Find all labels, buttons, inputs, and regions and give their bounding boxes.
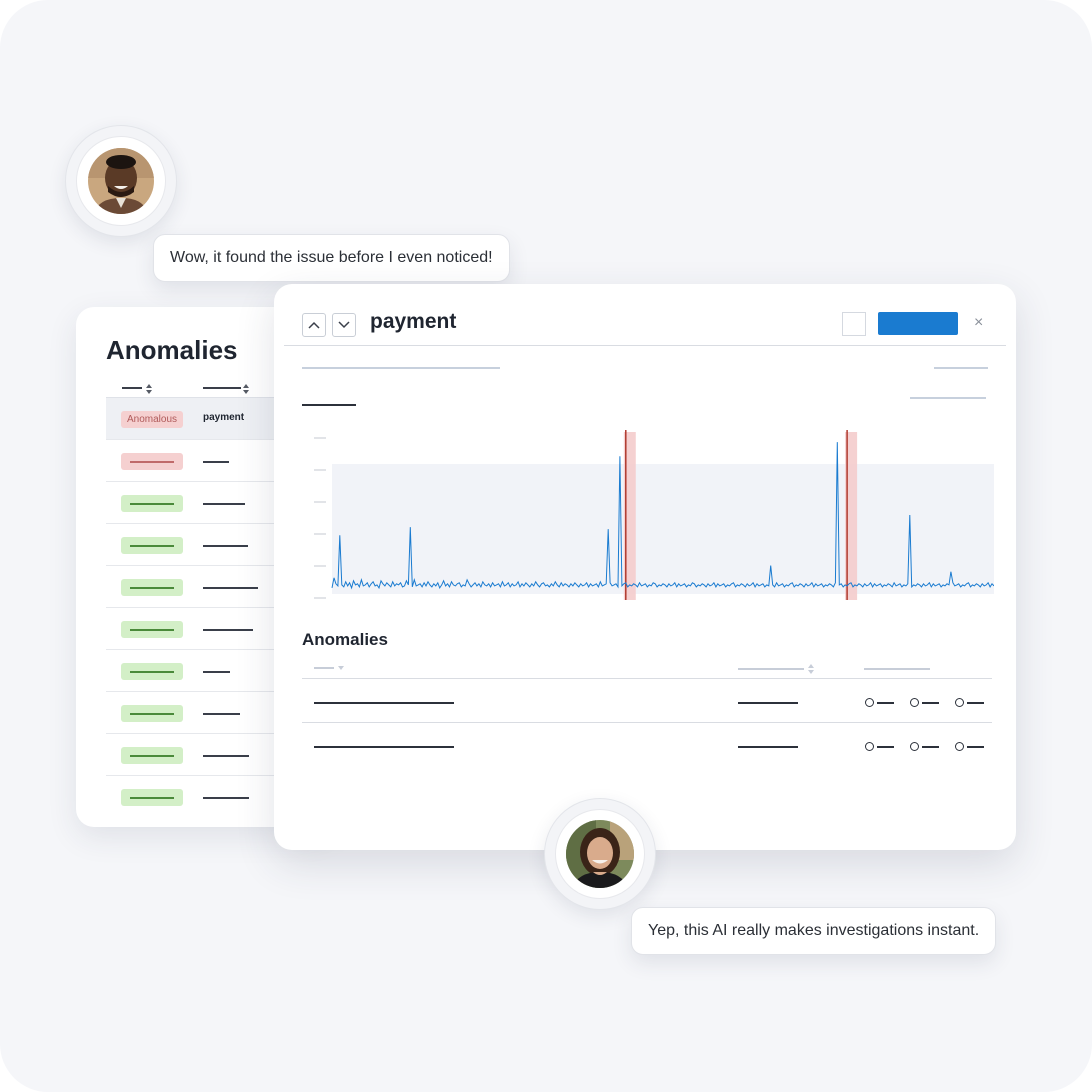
anomaly-line-chart <box>314 430 994 600</box>
next-button[interactable] <box>332 313 356 337</box>
row-name <box>203 797 249 799</box>
chart-range-placeholder[interactable] <box>910 397 986 399</box>
background-canvas: Wow, it found the issue before I even no… <box>0 0 1092 1092</box>
table-row[interactable] <box>106 439 276 482</box>
detail-title: payment <box>370 310 457 333</box>
row-action-1[interactable] <box>865 698 894 707</box>
sort-icon[interactable] <box>243 384 249 394</box>
status-badge <box>121 663 183 680</box>
header-divider <box>284 345 1006 346</box>
avatar-user-1 <box>65 125 177 237</box>
chat-bubble-1: Wow, it found the issue before I even no… <box>153 234 510 282</box>
row-action-2[interactable] <box>910 742 939 751</box>
row-name <box>203 629 253 631</box>
table-row[interactable] <box>106 775 276 818</box>
row-cell-1 <box>314 746 454 748</box>
row-name <box>203 503 245 505</box>
row-name: payment <box>203 412 245 423</box>
row-cell-1 <box>314 702 454 704</box>
row-action-1[interactable] <box>865 742 894 751</box>
status-badge <box>121 747 183 764</box>
row-cell-2 <box>738 702 798 704</box>
column-header-1[interactable] <box>314 667 334 669</box>
sort-icon[interactable] <box>146 384 152 394</box>
avatar-photo-1 <box>88 148 154 214</box>
row-action-3[interactable] <box>955 742 984 751</box>
row-name <box>203 713 240 715</box>
status-badge <box>121 705 183 722</box>
row-name <box>203 671 230 673</box>
table-row[interactable] <box>106 733 276 776</box>
row-name <box>203 545 248 547</box>
status-badge <box>121 789 183 806</box>
column-header-name[interactable] <box>203 387 241 389</box>
row-action-3[interactable] <box>955 698 984 707</box>
anomalies-section-title: Anomalies <box>302 630 388 649</box>
status-badge <box>121 537 183 554</box>
row-name <box>203 587 258 589</box>
chat-message-2: Yep, this AI really makes investigations… <box>648 922 980 939</box>
row-name <box>203 461 229 463</box>
avatar-photo-2 <box>566 820 634 888</box>
column-header-status[interactable] <box>122 387 142 389</box>
anomalies-list-title: Anomalies <box>106 335 238 365</box>
row-action-2[interactable] <box>910 698 939 707</box>
primary-action-button[interactable] <box>878 312 958 335</box>
detail-panel: payment × Anomalies <box>274 284 1016 850</box>
chart-label-placeholder <box>302 404 356 406</box>
previous-button[interactable] <box>302 313 326 337</box>
table-row[interactable] <box>106 607 276 650</box>
status-badge <box>121 621 183 638</box>
table-row-divider <box>302 722 992 723</box>
status-badge <box>121 453 183 470</box>
table-row[interactable] <box>106 691 276 734</box>
avatar-user-2 <box>544 798 656 910</box>
status-badge <box>121 579 183 596</box>
checkbox-button[interactable] <box>842 312 866 336</box>
table-row[interactable] <box>106 481 276 524</box>
chevron-up-icon <box>308 321 320 329</box>
row-name <box>203 755 249 757</box>
table-row[interactable]: Anomalous payment <box>106 397 276 440</box>
chat-bubble-2: Yep, this AI really makes investigations… <box>631 907 997 955</box>
chevron-down-icon <box>338 321 350 329</box>
column-header-3[interactable] <box>864 668 930 670</box>
table-row[interactable] <box>106 649 276 692</box>
chat-message-1: Wow, it found the issue before I even no… <box>170 249 493 266</box>
status-badge <box>121 495 183 512</box>
subtitle-placeholder <box>302 367 500 369</box>
table-row[interactable] <box>106 565 276 608</box>
row-cell-2 <box>738 746 798 748</box>
sort-icon[interactable] <box>808 664 814 674</box>
status-badge: Anomalous <box>121 411 183 428</box>
sort-icon[interactable] <box>338 665 344 671</box>
table-header-divider <box>302 678 992 679</box>
close-icon[interactable]: × <box>974 314 983 332</box>
column-header-2[interactable] <box>738 668 804 670</box>
chart-band <box>332 464 994 594</box>
meta-placeholder <box>934 367 988 369</box>
table-row[interactable] <box>106 523 276 566</box>
